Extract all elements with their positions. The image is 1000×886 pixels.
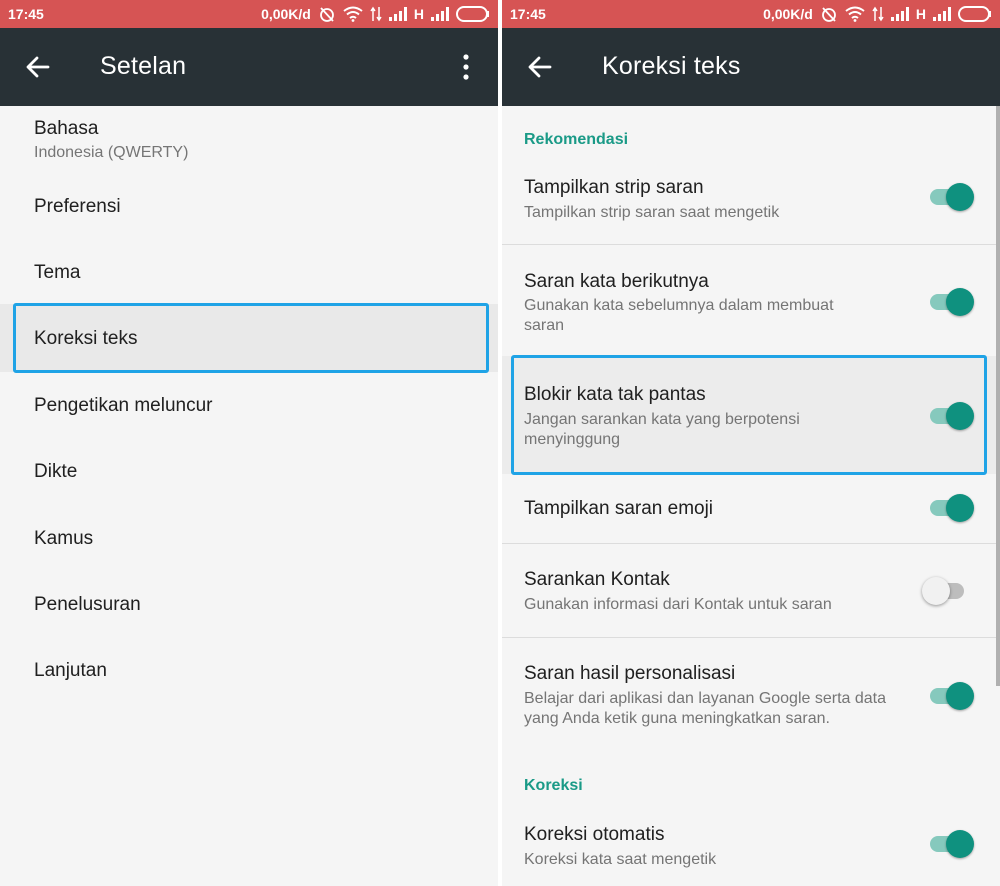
menu-item-kamus[interactable]: Kamus: [0, 504, 498, 570]
page-title: Setelan: [100, 52, 187, 80]
pref-personalized-suggestions[interactable]: Saran hasil personalisasi Belajar dari a…: [502, 638, 996, 756]
menu-item-label: Penelusuran: [34, 594, 141, 615]
status-time: 17:45: [510, 6, 546, 22]
signal-icon: [890, 7, 909, 21]
arrow-back-icon[interactable]: [526, 53, 554, 81]
pref-summary: Gunakan kata sebelumnya dalam membuat sa…: [524, 297, 834, 334]
pref-title: Saran kata berikutnya: [524, 271, 709, 292]
battery-icon: [456, 6, 490, 22]
settings-screen: 17:45 0,00K/d H Setelan Bahasa Indonesia…: [0, 0, 498, 886]
pref-title: Saran hasil personalisasi: [524, 663, 736, 684]
wifi-icon: [343, 6, 363, 22]
data-arrows-icon: [370, 6, 382, 22]
scrollbar[interactable]: [996, 106, 1000, 686]
battery-icon: [958, 6, 992, 22]
more-vert-icon[interactable]: [454, 53, 478, 81]
menu-item-label: Dikte: [34, 461, 78, 482]
menu-item-label: Tema: [34, 262, 81, 283]
pref-title: Sarankan Kontak: [524, 569, 670, 590]
menu-item-bahasa[interactable]: Bahasa Indonesia (QWERTY): [0, 106, 498, 172]
pref-auto-correction[interactable]: Koreksi otomatis Koreksi kata saat menge…: [502, 806, 996, 886]
section-header-rekomendasi: Rekomendasi: [524, 131, 629, 148]
menu-item-penelusuran[interactable]: Penelusuran: [0, 570, 498, 636]
network-type: H: [915, 6, 926, 22]
menu-item-label: Preferensi: [34, 196, 121, 217]
pref-suggest-contacts[interactable]: Sarankan Kontak Gunakan informasi dari K…: [502, 544, 996, 637]
menu-item-dikte[interactable]: Dikte: [0, 438, 498, 504]
highlight-frame: [13, 303, 489, 373]
signal-icon-2: [431, 7, 449, 21]
signal-icon-2: [933, 7, 951, 21]
alarm-off-icon: [820, 5, 838, 23]
menu-item-label: Pengetikan meluncur: [34, 395, 213, 416]
pref-title: Koreksi otomatis: [524, 824, 665, 845]
toggle-switch[interactable]: [928, 828, 974, 858]
net-speed: 0,00K/d: [261, 6, 311, 22]
menu-item-preferensi[interactable]: Preferensi: [0, 172, 498, 238]
pref-summary: Belajar dari aplikasi dan layanan Google…: [524, 690, 887, 727]
pref-next-word-suggestions[interactable]: Saran kata berikutnya Gunakan kata sebel…: [502, 245, 996, 356]
highlight-frame: [511, 355, 987, 475]
data-arrows-icon: [872, 6, 884, 22]
signal-icon: [388, 7, 407, 21]
toggle-switch[interactable]: [922, 575, 974, 605]
section-header-koreksi: Koreksi: [524, 777, 583, 794]
menu-item-label: Kamus: [34, 528, 94, 549]
network-type: H: [413, 6, 424, 22]
arrow-back-icon[interactable]: [24, 53, 52, 81]
menu-item-summary: Indonesia (QWERTY): [34, 144, 189, 161]
page-title: Koreksi teks: [602, 52, 741, 80]
net-speed: 0,00K/d: [763, 6, 813, 22]
menu-item-lanjutan[interactable]: Lanjutan: [0, 636, 498, 702]
menu-item-label: Bahasa: [34, 118, 99, 139]
menu-item-label: Lanjutan: [34, 660, 107, 681]
alarm-off-icon: [318, 5, 336, 23]
toggle-switch[interactable]: [928, 286, 974, 316]
app-toolbar: Koreksi teks: [502, 28, 1000, 106]
toggle-switch[interactable]: [928, 181, 974, 211]
status-bar: 17:45 0,00K/d H: [502, 0, 1000, 28]
menu-item-tema[interactable]: Tema: [0, 238, 498, 304]
pref-summary: Gunakan informasi dari Kontak untuk sara…: [524, 596, 832, 613]
wifi-icon: [845, 6, 865, 22]
pref-summary: Koreksi kata saat mengetik: [524, 851, 717, 868]
app-toolbar: Setelan: [0, 28, 498, 106]
pref-show-emoji-suggestions[interactable]: Tampilkan saran emoji: [502, 474, 996, 543]
status-bar: 17:45 0,00K/d H: [0, 0, 498, 28]
toggle-switch[interactable]: [928, 492, 974, 522]
pref-show-suggestion-strip[interactable]: Tampilkan strip saran Tampilkan strip sa…: [502, 160, 996, 244]
toggle-switch[interactable]: [928, 680, 974, 710]
text-correction-screen: 17:45 0,00K/d H Koreksi teks Rekomendasi…: [502, 0, 1000, 886]
pref-summary: Tampilkan strip saran saat mengetik: [524, 204, 780, 221]
pref-title: Tampilkan strip saran: [524, 177, 704, 198]
pref-title: Tampilkan saran emoji: [524, 498, 714, 519]
menu-item-pengetikan-meluncur[interactable]: Pengetikan meluncur: [0, 372, 498, 438]
status-time: 17:45: [8, 6, 44, 22]
